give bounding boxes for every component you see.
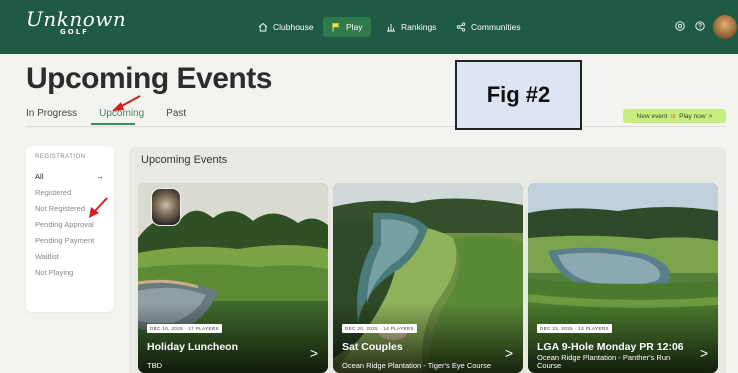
nav-communities[interactable]: Communities <box>456 17 521 37</box>
event-card[interactable]: DEC 22, 2025 · 13 PLAYERS LGA 9-Hole Mon… <box>528 183 718 373</box>
event-title: Sat Couples <box>342 341 403 353</box>
event-date-badge: DEC 10, 2025 · 17 PLAYERS <box>147 324 222 333</box>
sidebar-item-pending-approval[interactable]: Pending Approval <box>35 217 114 233</box>
divider <box>26 126 726 127</box>
registration-filter: REGISTRATION All → Registered Not Regist… <box>26 146 114 312</box>
event-tabs: In Progress Upcoming Past <box>26 108 186 119</box>
chevron-right-icon: > <box>708 112 713 120</box>
new-event-play-now-button[interactable]: New event or Play now > <box>623 109 726 123</box>
tab-past[interactable]: Past <box>166 108 186 119</box>
section-title: Upcoming Events <box>141 154 228 166</box>
nav-play[interactable]: Play <box>323 17 371 37</box>
cta-or: or <box>670 112 677 120</box>
tab-upcoming[interactable]: Upcoming <box>99 108 144 119</box>
sidebar-item-pending-payment[interactable]: Pending Payment <box>35 233 114 249</box>
event-title: Holiday Luncheon <box>147 341 239 353</box>
sidebar-item-not-registered[interactable]: Not Registered <box>35 201 114 217</box>
tab-in-progress[interactable]: In Progress <box>26 108 77 119</box>
help-icon[interactable] <box>694 20 706 32</box>
cta-play-now: Play now <box>679 112 706 120</box>
event-location: Ocean Ridge Plantation - Panther's Run C… <box>537 353 671 370</box>
event-card[interactable]: DEC 20, 2025 · 14 PLAYERS Sat Couples Oc… <box>333 183 523 373</box>
nav-communities-label: Communities <box>471 22 521 32</box>
sidebar-item-registered[interactable]: Registered <box>35 185 114 201</box>
nav-rankings[interactable]: Rankings <box>386 17 436 37</box>
upcoming-events-panel: Upcoming Events DEC 10, 2025 · 17 PLAYER… <box>129 147 726 373</box>
active-tab-indicator <box>91 123 135 125</box>
nav-clubhouse-label: Clubhouse <box>273 22 314 32</box>
sidebar-heading: REGISTRATION <box>35 154 86 160</box>
avatar[interactable] <box>713 15 737 39</box>
bar-chart-icon <box>387 24 395 32</box>
sidebar-item-label: All <box>35 172 44 181</box>
nav-clubhouse[interactable]: Clubhouse <box>258 17 314 37</box>
event-card[interactable]: DEC 10, 2025 · 17 PLAYERS Holiday Lunche… <box>138 183 328 373</box>
event-location: TBD <box>147 361 162 370</box>
settings-icon[interactable] <box>674 20 686 32</box>
sidebar-item-not-playing[interactable]: Not Playing <box>35 265 114 281</box>
flag-icon <box>332 23 340 32</box>
logo-script: Unknown <box>26 7 127 31</box>
chevron-right-icon: > <box>699 345 708 361</box>
figure-label: Fig #2 <box>455 60 582 130</box>
arrow-right-icon: → <box>96 172 104 181</box>
page-title: Upcoming Events <box>26 62 272 95</box>
event-location: Ocean Ridge Plantation - Tiger's Eye Cou… <box>342 361 492 370</box>
event-title: LGA 9-Hole Monday PR 12:06 <box>537 341 684 353</box>
chevron-right-icon: > <box>309 345 318 361</box>
sidebar-item-waitlist[interactable]: Waitlist <box>35 249 114 265</box>
event-date-badge: DEC 20, 2025 · 14 PLAYERS <box>342 324 417 333</box>
nav-rankings-label: Rankings <box>401 22 437 32</box>
top-nav: Unknown GOLF Clubhouse Play Rankings Com… <box>0 0 738 54</box>
sidebar-item-all[interactable]: All → <box>35 169 114 185</box>
home-icon <box>258 22 268 32</box>
cta-new-event: New event <box>636 112 668 120</box>
share-icon <box>456 22 466 32</box>
event-thumbnail <box>151 188 181 226</box>
event-date-badge: DEC 22, 2025 · 13 PLAYERS <box>537 324 612 333</box>
nav-play-label: Play <box>346 22 363 32</box>
chevron-right-icon: > <box>504 345 513 361</box>
logo[interactable]: Unknown GOLF <box>26 8 126 36</box>
